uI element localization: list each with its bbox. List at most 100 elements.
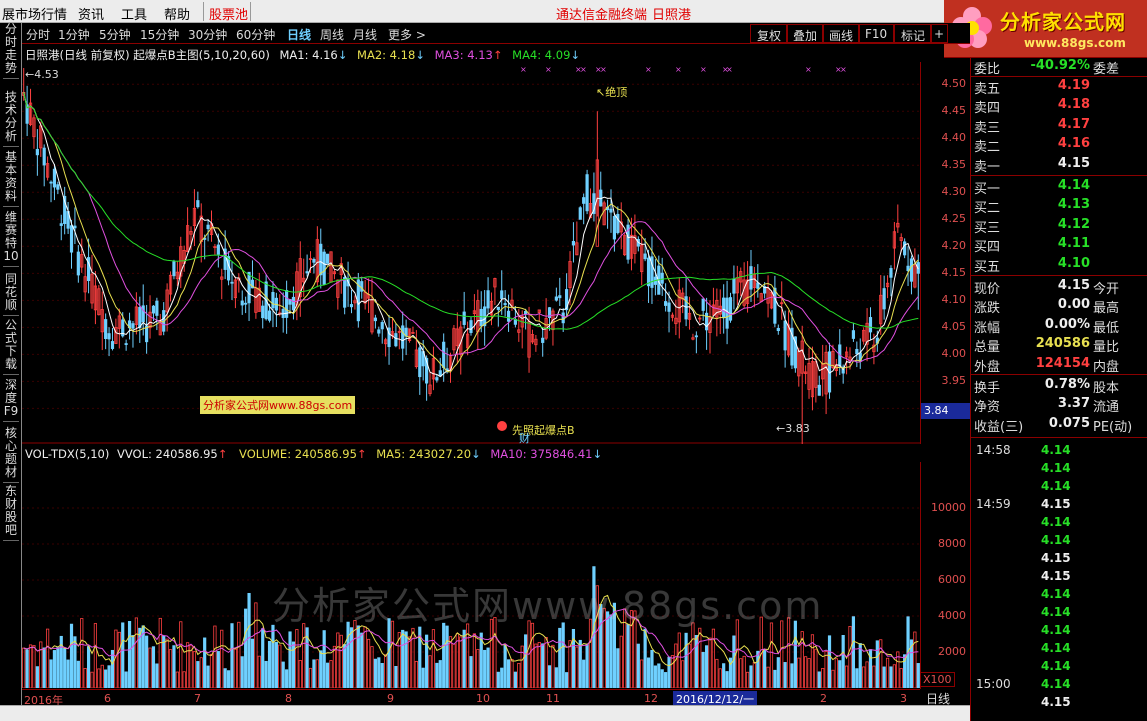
period-5min[interactable]: 5分钟 [99,26,131,43]
volume-tick-label: 8000 [938,537,966,550]
overlay-button[interactable]: 叠加 [786,24,825,43]
quote-right-label: 股本 [1093,381,1120,396]
period-15min[interactable]: 15分钟 [140,26,179,43]
tab-fundamentals[interactable]: 基本资料 [3,151,19,207]
ma2-label: MA2: 4.18 [357,48,416,62]
volume-bar [56,647,60,688]
down-arrow-icon: ↓ [337,48,348,62]
volume-bar [394,666,398,688]
volume-bar [124,671,128,688]
price-tick-label: 4.10 [941,293,967,307]
tick-price: 4.15 [1041,551,1071,566]
price-tick-label: 4.30 [941,185,967,199]
volume-bar [168,649,173,688]
volume-bar [196,661,200,688]
price-tick-label: 4.05 [941,320,967,334]
period-weekly[interactable]: 周线 [320,26,344,43]
volume-tick-label: 2000 [938,645,966,658]
volume-bar [295,629,299,688]
draw-line-button[interactable]: 画线 [822,24,861,43]
date-label: 8 [285,692,292,705]
quote-value: 0.00% [1044,316,1090,332]
period-intraday[interactable]: 分时 [26,26,50,43]
tab-tonghuashun[interactable]: 同花顺 [3,273,19,316]
mark-button[interactable]: 标记 [894,24,933,43]
volume-bar [745,671,750,688]
candle-body [694,335,698,338]
volume-bar [585,643,589,688]
tab-eastmoney-forum[interactable]: 东财股吧 [3,485,19,541]
candle-body [909,258,914,282]
volume-bar [742,655,746,688]
candle-body [206,224,210,230]
stat-row: 总量 240586 量比 [971,335,1147,355]
volume-bar [821,668,825,688]
period-1min[interactable]: 1分钟 [58,26,90,43]
bid-row: 买三 4.12 [971,216,1147,236]
tab-formula-download[interactable]: 公式下载 [3,319,19,375]
volume-bar [148,647,152,688]
candle-body [660,272,664,284]
candle-body [479,308,483,327]
volume-bar [653,665,657,688]
volume-bar [189,644,193,688]
tick-row: 4.14 [971,604,1147,622]
period-monthly[interactable]: 月线 [353,26,377,43]
tab-intraday[interactable]: 分时走势 [3,23,19,79]
tab-weisaite[interactable]: 维赛特10 [3,211,19,267]
volume-bar [807,658,811,688]
candlestick-chart[interactable]: × × ×× ×× × × × ×× × ××←4.53↖绝顶←3.83先照起爆点B财 [22,62,920,444]
stat-row: 涨幅 0.00% 最低 [971,316,1147,336]
volume-bar [752,662,756,688]
stat-row: 净资 3.37 流通 [971,395,1147,415]
menu-tools[interactable]: 工具 [121,4,147,23]
volume-bar [209,653,214,688]
tab-depth-f9[interactable]: 深度F9 [3,379,19,422]
status-strip [0,705,970,721]
menu-news[interactable]: 资讯 [78,4,104,23]
quote-value: 4.13 [1057,197,1090,213]
menu-market[interactable]: 展市场行情 [2,4,67,23]
f10-button[interactable]: F10 [858,24,895,43]
quote-label: 外盘 [974,359,1001,375]
volume-bar [332,645,337,688]
volume-bar [52,650,57,688]
menu-stock-pool[interactable]: 股票池 [209,4,248,23]
volume-bar [650,649,654,688]
tick-price: 4.14 [1041,677,1071,692]
ma4-label: MA4: 4.09 [512,48,571,62]
volume-bar [664,672,668,688]
period-daily[interactable]: 日线 [287,26,311,43]
candle-body [49,181,53,184]
expand-button[interactable]: + [930,24,949,43]
volume-bar [179,621,183,688]
signal-mark: × [726,65,733,74]
volume-bar [250,638,255,688]
period-more[interactable]: 更多 > [388,26,426,43]
menu-help[interactable]: 帮助 [164,4,190,23]
tick-row: 14:58 4.14 [971,442,1147,460]
signal-mark: × [645,65,652,74]
volume-bar [421,667,425,688]
volume-bar [824,651,828,688]
tick-row: 4.15 [971,550,1147,568]
volume-bar [363,626,367,688]
ma5-vol-label: MA5: 243027.20 [376,447,472,461]
volume-bar [319,650,323,688]
tab-technical[interactable]: 技术分析 [3,91,19,147]
tab-core-theme[interactable]: 核心题材 [3,427,19,483]
period-30min[interactable]: 30分钟 [188,26,227,43]
candle-body [305,271,309,274]
volume-bar [448,636,453,688]
volume-bar [483,649,487,688]
restore-rights-button[interactable]: 复权 [750,24,789,43]
volume-bar [889,666,893,688]
period-toolbar: 分时 1分钟 5分钟 15分钟 30分钟 60分钟 日线 周线 月线 更多 > … [22,23,970,44]
stat-row: 涨跌 0.00 最高 [971,296,1147,316]
logo-url: www.88gs.com [1024,36,1126,50]
volume-bar [186,642,190,688]
candle-body [325,253,330,264]
candle-body [240,300,244,306]
period-60min[interactable]: 60分钟 [236,26,275,43]
tick-price: 4.14 [1041,479,1071,494]
